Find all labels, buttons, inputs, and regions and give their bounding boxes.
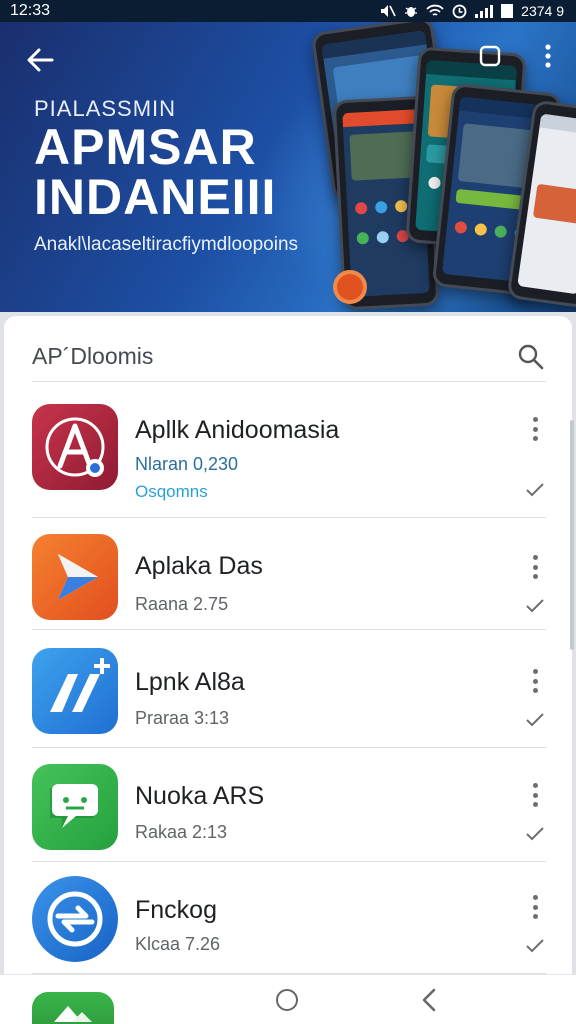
check-icon <box>526 599 544 613</box>
alarm-icon <box>452 4 467 18</box>
n-plus-icon <box>32 648 118 734</box>
check-icon <box>526 939 544 953</box>
app-meta-secondary: Osqomns <box>135 482 208 501</box>
status-right-text: 2374 9 <box>521 3 564 19</box>
chat-face-icon <box>32 764 118 850</box>
status-bar: 12:33 2374 9 <box>0 0 576 22</box>
play-arrow-icon <box>32 534 118 620</box>
list-header: AP´Dloomis <box>32 332 546 382</box>
app-name: Aplaka Das <box>135 552 263 580</box>
wifi-icon <box>426 4 444 16</box>
overflow-menu-icon[interactable] <box>534 42 562 70</box>
battery-icon <box>501 4 514 18</box>
app-meta: Nlaran 0,230 <box>135 454 239 474</box>
more-options-icon[interactable] <box>524 666 546 696</box>
app-list-item[interactable]: Apllk Anidoomasia Nlaran 0,230 Osqomns <box>32 392 546 518</box>
more-options-icon[interactable] <box>524 780 546 810</box>
mute-icon <box>381 5 396 17</box>
app-name: Fnckog <box>135 896 217 924</box>
app-name: Lpnk Al8a <box>135 668 245 696</box>
more-options-icon[interactable] <box>524 414 546 444</box>
bug-icon <box>405 7 418 17</box>
share-icon[interactable] <box>476 42 504 70</box>
app-meta: Raana 2.75 <box>135 594 229 614</box>
app-list-item[interactable]: Aplaka Das Raana 2.75 <box>32 518 546 630</box>
a-logo-icon <box>32 404 118 490</box>
orange-app-badge-icon <box>333 270 367 304</box>
app-list-sheet: AP´Dloomis Apllk Anidoomasia Nlaran 0,23… <box>4 316 572 1024</box>
app-meta: Rakaa 2:13 <box>135 822 228 842</box>
status-icons: 2374 9 <box>380 3 564 19</box>
app-name: Nuoka ARS <box>135 782 265 810</box>
more-options-icon[interactable] <box>524 552 546 582</box>
nav-back-icon[interactable] <box>418 987 442 1013</box>
more-options-icon[interactable] <box>524 892 546 922</box>
check-icon <box>526 713 544 727</box>
back-arrow-icon[interactable] <box>22 42 58 78</box>
hero-subtitle: Anakl\lacaseltiracfiymdloopoins <box>34 234 299 255</box>
list-title: AP´Dloomis <box>32 343 154 369</box>
next-app-icon-peek <box>32 992 114 1024</box>
app-meta: Praraa 3:13 <box>135 708 230 728</box>
app-list-item[interactable]: Lpnk Al8a Praraa 3:13 <box>32 636 546 748</box>
app-list-item[interactable]: Fnckog Klcaa 7.26 <box>32 864 546 974</box>
hero-title-line2: INDANEIII <box>34 169 277 225</box>
scrollbar-thumb[interactable] <box>570 420 574 650</box>
app-name: Apllk Anidoomasia <box>135 416 340 444</box>
app-meta: Klcaa 7.26 <box>135 934 221 954</box>
app-list-item[interactable]: Nuoka ARS Rakaa 2:13 <box>32 750 546 862</box>
sync-arrows-icon <box>32 876 118 962</box>
status-time: 12:33 <box>10 2 51 19</box>
hero-banner: PIALASSMIN APMSAR INDANEIII Anakl\lacase… <box>0 22 576 312</box>
search-icon[interactable] <box>516 342 546 372</box>
home-button-icon[interactable] <box>276 989 298 1011</box>
check-icon <box>526 483 544 497</box>
signal-icon <box>475 4 494 18</box>
check-icon <box>526 827 544 841</box>
